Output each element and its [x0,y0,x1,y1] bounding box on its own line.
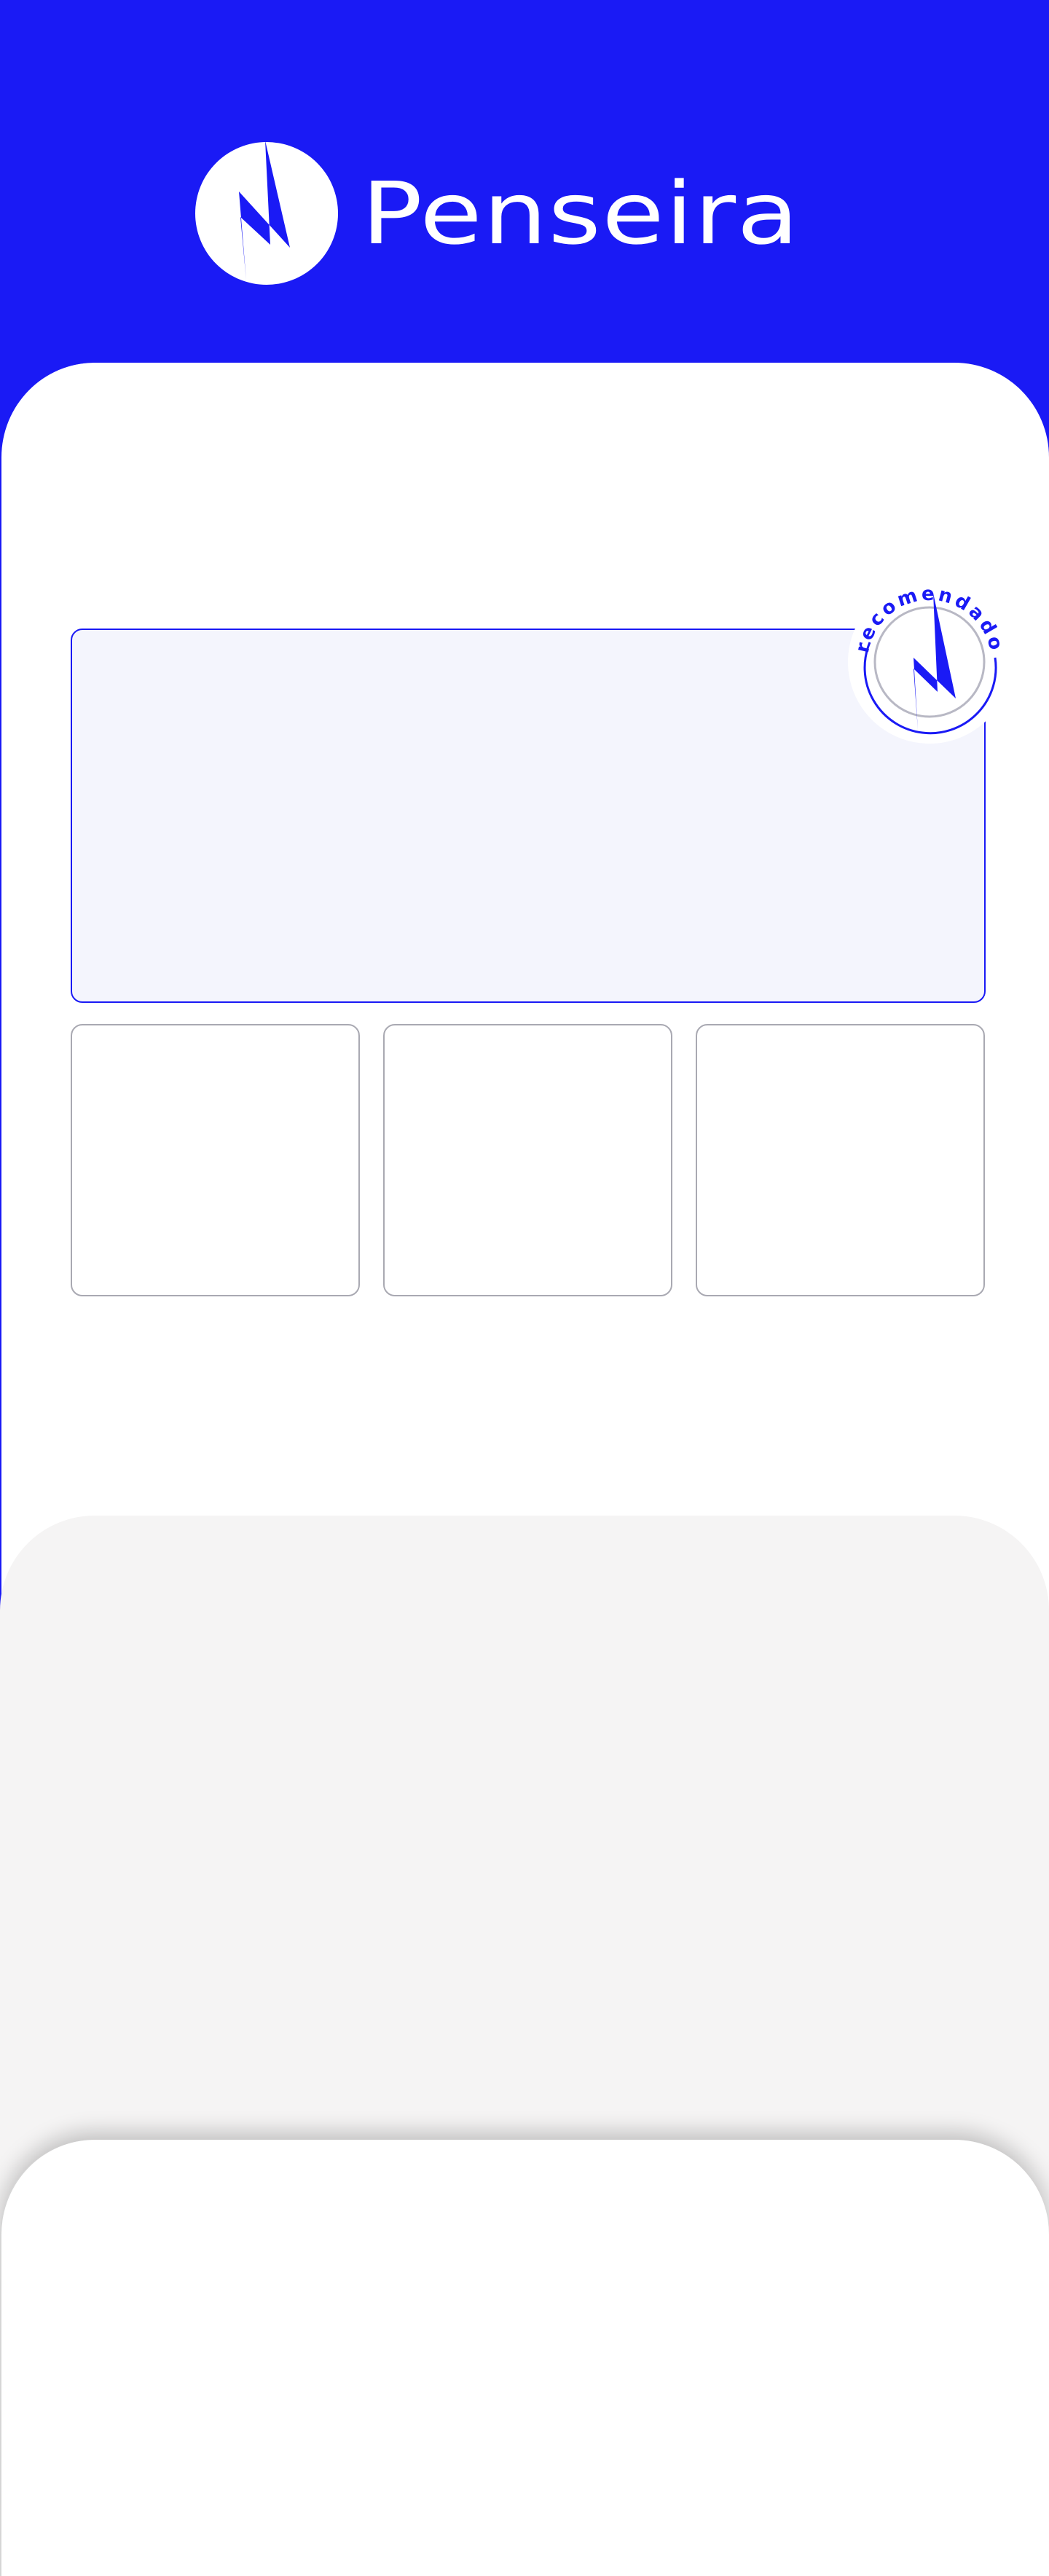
bottom-section [0,2140,1049,2576]
brand-name: Penseira [361,163,800,264]
plan-card-1[interactable] [71,1024,360,1296]
plan-card-3[interactable] [696,1024,985,1296]
brand-logo[interactable]: Penseira [194,141,820,286]
lightning-bolt-icon [195,141,338,285]
recommended-badge: recomendado [847,580,1012,744]
plan-card-2[interactable] [383,1024,672,1296]
site-header: Penseira [0,0,1049,408]
